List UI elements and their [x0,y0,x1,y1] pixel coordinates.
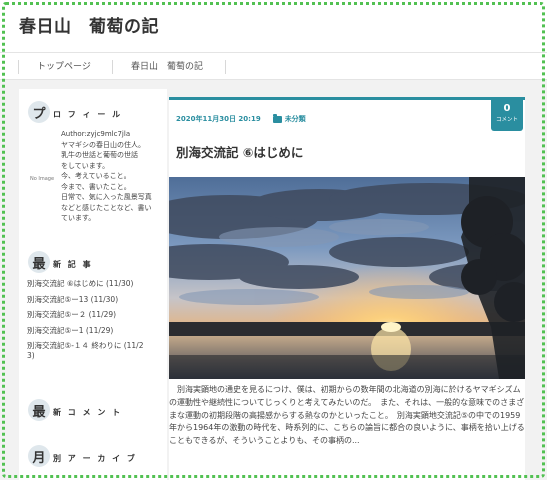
profile-author: Author:zyjc9mlc7jla [61,130,131,138]
profile-initial-badge: プ [28,101,50,123]
recent-post-link[interactable]: 別海交流記⑤-１４ 終わりに (11/2 [27,341,167,351]
recent-widget-title: 最 新 記 事 [28,251,93,273]
post-category[interactable]: 未分類 [285,114,306,124]
comments-initial-badge: 最 [28,399,50,421]
global-nav: トップページ 春日山 葡萄の記 [0,52,547,80]
profile-line: をしています。 [61,161,110,170]
archive-label: 別 ア ー カ イ ブ [53,453,137,463]
post-datetime: 2020年11月30日 20:19 [176,115,261,123]
profile-line: 日常で、気に入った風景写真 [61,193,152,201]
profile-text: Author:zyjc9mlc7jla ヤマギシの春日山の住人。 乳牛の世話と葡… [61,129,165,224]
recent-post-link[interactable]: 別海交流記⑤ー1 (11/29) [27,326,167,336]
archive-initial-badge: 月 [28,445,50,467]
comments-widget-title: 最 新 コ メ ン ト [28,399,122,421]
comment-count: 0 [503,103,511,114]
nav-item-top[interactable]: トップページ [18,60,109,74]
recent-post-link[interactable]: 別海交流記⑤ー２ (11/29) [27,310,167,320]
profile-widget-title: プ ロ フ ィ ー ル [28,101,122,123]
comment-label: コメント [495,117,518,123]
profile-line: 乳牛の世話と葡萄の世話 [61,151,138,159]
recent-post-link[interactable]: 別海交流記⑤ー13 (11/30) [27,295,167,305]
profile-line: ヤマギシの春日山の住人。 [61,140,145,149]
post-title[interactable]: 別海交流記 ⑥はじめに [176,142,303,161]
post-article: 2020年11月30日 20:19 未分類 0 コメント 別海交流記 ⑥はじめに [169,97,525,480]
recent-post-link[interactable]: 別海交流記 ⑥はじめに (11/30) [27,279,167,289]
post-meta: 2020年11月30日 20:19 未分類 [176,113,306,124]
sidebar: プ ロ フ ィ ー ル No Image Author:zyjc9mlc7jla… [19,89,167,480]
nav-item-blog[interactable]: 春日山 葡萄の記 [112,60,221,74]
profile-line: などと感じたことなど、書い [61,203,152,212]
comments-label: 新 コ メ ン ト [53,407,123,417]
avatar: No Image [29,176,55,182]
folder-icon [272,113,282,123]
post-excerpt: 別海実顕地の通史を見るにつけ、僕は、初期からの数年間の北海道の別海に於けるヤマギ… [169,385,525,446]
site-header: 春日山 葡萄の記 [0,0,547,46]
recent-initial-badge: 最 [28,251,50,273]
site-title[interactable]: 春日山 葡萄の記 [19,12,159,37]
recent-label: 新 記 事 [53,259,93,269]
post-photo-sunset-landscape [169,177,525,379]
recent-post-link-wrap[interactable]: 3) [27,351,167,361]
profile-line: 今、考えていること。 [61,172,131,180]
nav-divider [225,60,226,74]
profile-line: ています。 [61,214,96,222]
profile-line: 今まで、書いたこと。 [61,182,131,191]
archive-widget-title: 月 別 ア ー カ イ ブ [28,445,137,467]
recent-posts-list: 別海交流記 ⑥はじめに (11/30) 別海交流記⑤ー13 (11/30) 別海… [27,279,167,367]
comment-count-badge[interactable]: 0 コメント [491,100,523,131]
profile-label: ロ フ ィ ー ル [53,109,123,119]
